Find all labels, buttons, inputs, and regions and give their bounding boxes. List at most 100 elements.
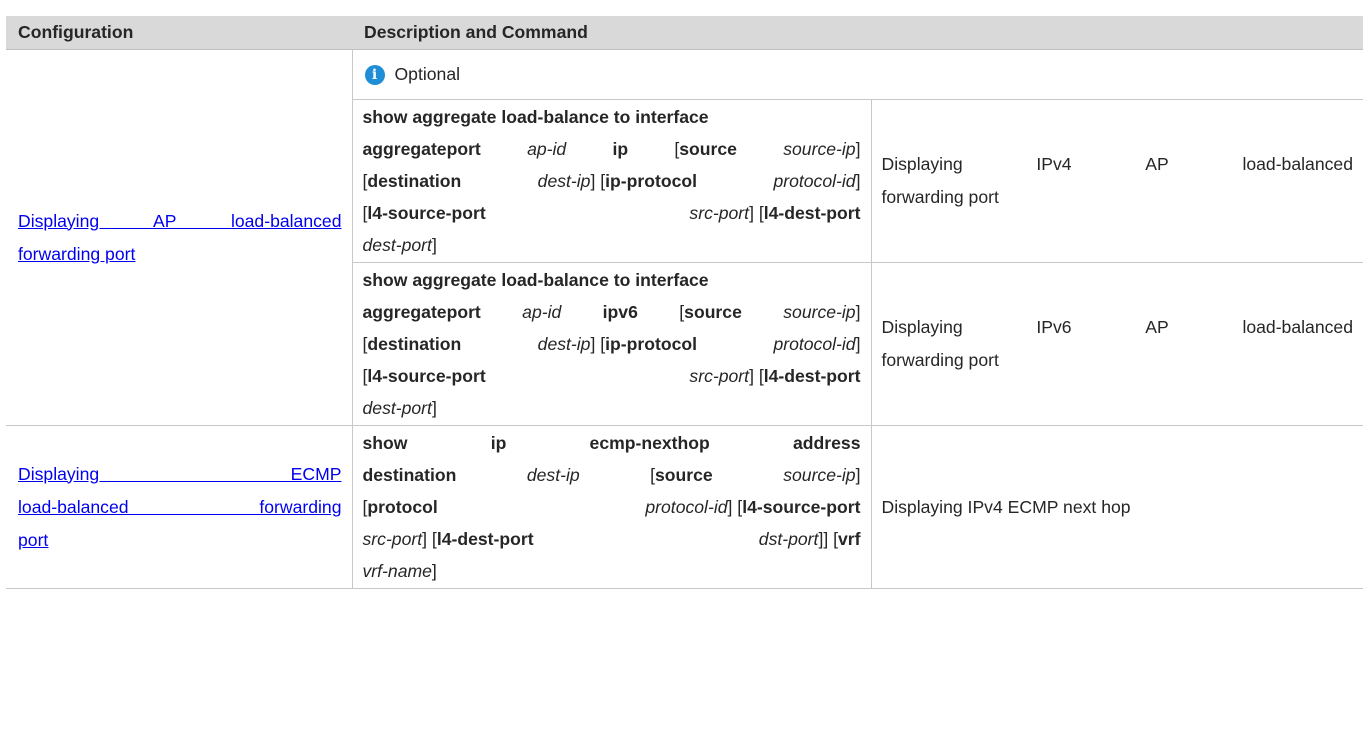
command-keyword: ip-protocol <box>605 334 698 354</box>
command-keyword: destination <box>362 465 457 485</box>
command-keyword: vrf <box>838 529 861 549</box>
command-token: [protocol <box>363 491 438 523</box>
command-keyword: show aggregate load-balance to interface <box>362 107 709 127</box>
info-icon: i <box>364 64 385 85</box>
command-token: show aggregate load-balance to interface <box>363 101 709 133</box>
command-argument: ap-id <box>522 302 562 322</box>
command-bracket: ] <box>431 235 437 255</box>
command-cell: show aggregate load-balance to interface… <box>351 262 872 426</box>
command-keyword: destination <box>367 334 462 354</box>
command-token: protocol-id] <box>773 165 860 197</box>
command-argument: dest-ip <box>537 171 591 191</box>
config-link-line[interactable]: forwarding port <box>18 238 342 271</box>
command-argument: protocol-id <box>645 497 728 517</box>
command-token: address <box>793 427 860 459</box>
command-token: src-port] [l4-dest-port <box>689 360 860 392</box>
command-line: [protocol protocol-id] [l4-source-port <box>363 491 861 523</box>
description-cell: Displaying IPv4 ECMP next hop <box>870 425 1363 589</box>
command-argument: dest-ip <box>537 334 591 354</box>
command-argument: src-port <box>689 203 750 223</box>
command-token: [l4-source-port <box>363 197 486 229</box>
command-token: dst-port]] [vrf <box>759 523 861 555</box>
command-line: [l4-source-port src-port] [l4-dest-port <box>363 360 861 392</box>
table-header-row: Configuration Description and Command <box>6 16 1363 50</box>
command-line: aggregateport ap-id ip [source source-ip] <box>363 133 861 165</box>
link-displaying-ecmp-load-balanced[interactable]: Displaying ECMP load-balanced forwarding p… <box>18 458 342 557</box>
command-argument: ap-id <box>527 139 567 159</box>
command-token: [source <box>650 459 713 491</box>
command-token: aggregateport <box>363 296 481 328</box>
description-line: Displaying IPv4 ECMP next hop <box>881 496 1131 517</box>
config-link-line[interactable]: Displaying ECMP <box>18 458 342 491</box>
command-token: dest-port] <box>363 392 437 424</box>
command-keyword: address <box>793 433 861 453</box>
command-token: protocol-id] <box>773 328 860 360</box>
link-displaying-ap-load-balanced[interactable]: Displaying AP load-balanced forwarding po… <box>18 205 342 271</box>
command-token: dest-port] <box>363 229 437 261</box>
command-bracket: ] <box>855 302 861 322</box>
command-keyword: source <box>679 139 737 159</box>
command-keyword: l4-source-port <box>742 497 861 517</box>
command-token: ap-id <box>527 133 566 165</box>
command-line: show aggregate load-balance to interface <box>363 264 861 296</box>
command-bracket: ]] [ <box>818 529 838 549</box>
command-line: destination dest-ip [source source-ip] <box>363 459 861 491</box>
command-keyword: ip <box>490 433 507 453</box>
config-cell-ap: Displaying AP load-balanced forwarding po… <box>6 49 353 426</box>
command-argument: dest-ip <box>526 465 580 485</box>
command-token: show aggregate load-balance to interface <box>363 264 709 296</box>
command-token: source-ip] <box>783 133 860 165</box>
command-line: [l4-source-port src-port] [l4-dest-port <box>363 197 861 229</box>
table-row: Displaying AP load-balanced forwarding po… <box>6 49 1363 426</box>
config-link-line[interactable]: port <box>18 524 342 557</box>
command-keyword: show <box>362 433 408 453</box>
command-token: ip <box>612 133 628 165</box>
command-line: dest-port] <box>363 392 861 424</box>
command-line: [destination dest-ip] [ip-protocol protoco… <box>363 165 861 197</box>
command-token: vrf-name] <box>363 555 437 587</box>
header-description-command: Description and Command <box>352 16 1363 50</box>
command-keyword: l4-dest-port <box>436 529 534 549</box>
command-argument: protocol-id <box>773 171 856 191</box>
command-token: source-ip] <box>783 296 860 328</box>
command-keyword: l4-dest-port <box>763 203 861 223</box>
config-cell-ecmp: Displaying ECMP load-balanced forwarding p… <box>6 425 353 589</box>
command-line: show ip ecmp-nexthop address <box>363 427 861 459</box>
command-keyword: source <box>655 465 713 485</box>
description-line: Displaying IPv4 AP load-balanced <box>881 154 1353 174</box>
command-token: [source <box>679 296 742 328</box>
command-token: [source <box>674 133 737 165</box>
command-bracket: ] [ <box>749 366 764 386</box>
command-argument: dest-port <box>362 235 432 255</box>
command-argument: source-ip <box>783 302 856 322</box>
config-link-line[interactable]: Displaying AP load-balanced <box>18 205 342 238</box>
command-keyword: source <box>684 302 742 322</box>
command-line: src-port] [l4-dest-port dst-port]] [vrf <box>363 523 861 555</box>
config-link-line[interactable]: load-balanced forwarding <box>18 491 342 524</box>
command-bracket: ] <box>855 171 861 191</box>
command-bracket: ] [ <box>590 171 606 191</box>
command-keyword: ip <box>612 139 629 159</box>
optional-note: i Optional <box>351 49 1363 100</box>
description-line: Displaying IPv6 AP load-balanced <box>881 317 1353 337</box>
command-keyword: ipv6 <box>602 302 638 322</box>
description-cell: Displaying IPv4 AP load-balanced forwarding … <box>870 99 1363 263</box>
command-token: ip <box>491 427 507 459</box>
command-argument: source-ip <box>783 465 856 485</box>
command-bracket: ] [ <box>422 529 437 549</box>
table-row: Displaying ECMP load-balanced forwarding p… <box>6 425 1363 589</box>
command-token: dest-ip] [ip-protocol <box>538 165 697 197</box>
command-token: [destination <box>363 328 462 360</box>
command-keyword: l4-source-port <box>367 366 486 386</box>
command-keyword: aggregateport <box>362 139 481 159</box>
command-bracket: ] <box>431 561 437 581</box>
command-token: ipv6 <box>603 296 638 328</box>
command-argument: source-ip <box>783 139 856 159</box>
command-line: dest-port] <box>363 229 861 261</box>
command-bracket: ] <box>431 398 437 418</box>
command-argument: src-port <box>689 366 750 386</box>
command-token: ecmp-nexthop <box>590 427 710 459</box>
command-keyword: destination <box>367 171 462 191</box>
command-token: [destination <box>363 165 462 197</box>
command-bracket: ] [ <box>727 497 743 517</box>
